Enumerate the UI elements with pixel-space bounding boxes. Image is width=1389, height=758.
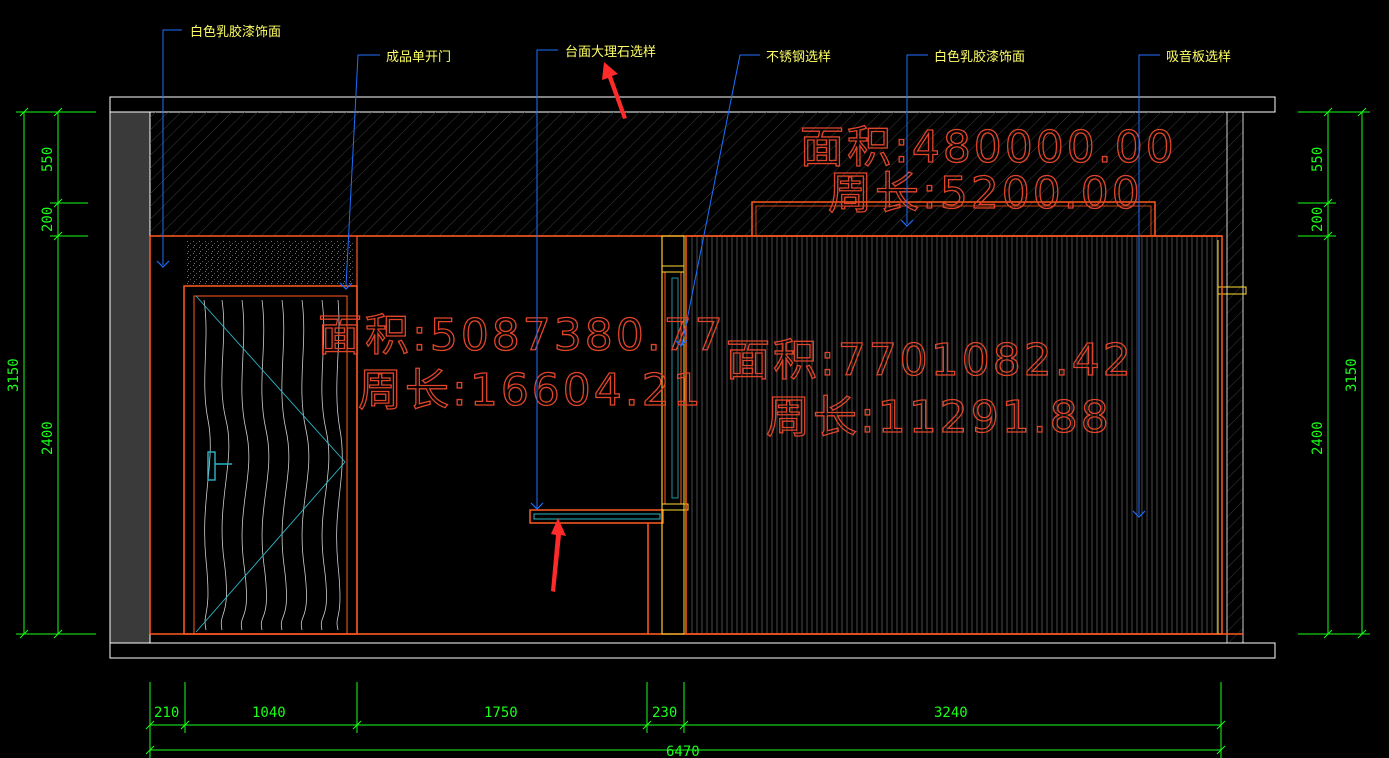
callout-text-acoustic: 吸音板选样 — [1166, 49, 1231, 65]
callout-text-marble: 台面大理石选样 — [565, 45, 656, 60]
dim-right-550: 550 — [1310, 147, 1326, 172]
counter-top — [529, 509, 664, 524]
dim-right-200: 200 — [1310, 207, 1326, 232]
wall-left-outline — [356, 235, 663, 635]
counter — [356, 235, 664, 635]
dim-bottom-1750: 1750 — [484, 705, 518, 721]
dim-bottom-210: 210 — [154, 705, 179, 721]
bottom-slab — [109, 642, 1276, 659]
wall-right-area: 面积:7701082.42 — [726, 335, 1134, 386]
dim-right-total: 3150 — [1344, 358, 1360, 392]
dimension-left — [16, 107, 96, 639]
dim-right-2400: 2400 — [1310, 421, 1326, 455]
callout-text-stainless: 不锈钢选样 — [766, 50, 831, 65]
dim-bottom-3240: 3240 — [934, 705, 968, 721]
callout-text-door: 成品单开门 — [386, 50, 451, 65]
top-slab — [109, 96, 1276, 113]
ceiling-area: 面积:480000.00 — [800, 122, 1177, 173]
column-cap-top — [661, 265, 685, 273]
callout-text-latex-left: 白色乳胶漆饰面 — [190, 24, 281, 40]
red-arrow-icon — [551, 518, 566, 592]
left-column — [109, 111, 151, 644]
dim-bottom-230: 230 — [652, 705, 677, 721]
dim-bottom-1040: 1040 — [252, 705, 286, 721]
counter-stone — [533, 513, 661, 520]
dim-left-2400: 2400 — [40, 421, 56, 455]
dim-left-total: 3150 — [6, 358, 22, 392]
callout-text-latex-right: 白色乳胶漆饰面 — [934, 49, 1025, 65]
dim-bottom-total: 6470 — [666, 744, 700, 758]
wall-left-area: 面积:5087380.77 — [318, 310, 726, 361]
dim-left-550: 550 — [40, 147, 56, 172]
stainless-column — [661, 235, 689, 635]
speckled-finish — [185, 240, 355, 286]
right-wall — [1226, 111, 1244, 644]
elevation-drawing: 面积:480000.00 周长:5200.00 面积:5087380.77 周长… — [0, 0, 1389, 758]
dim-left-200: 200 — [40, 207, 56, 232]
wall-right-perimeter: 周长:11291.88 — [766, 392, 1112, 443]
ceiling-perimeter: 周长:5200.00 — [828, 168, 1143, 219]
wall-left-perimeter: 周长:16604.21 — [358, 365, 704, 416]
